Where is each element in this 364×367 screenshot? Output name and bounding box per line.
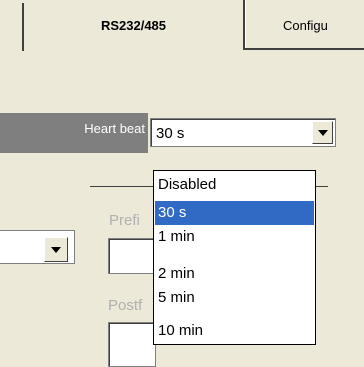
group-separator-right xyxy=(316,186,328,187)
chevron-down-icon xyxy=(51,247,61,253)
tab-configuration-label: Configu xyxy=(283,18,328,33)
heartbeat-dropdown-button[interactable] xyxy=(312,121,333,144)
heartbeat-select-value: 30 s xyxy=(156,125,185,142)
prefix-input[interactable] xyxy=(108,238,156,274)
dropdown-option-selected[interactable]: 30 s xyxy=(155,201,314,225)
prefix-label: Prefi xyxy=(109,212,140,229)
chevron-down-icon xyxy=(317,130,328,136)
tab-baseline xyxy=(243,48,364,50)
group-separator-left xyxy=(90,186,153,187)
tab-previous-edge[interactable] xyxy=(0,3,24,51)
postfix-label: Postf xyxy=(108,297,143,314)
postfix-input[interactable] xyxy=(108,322,156,367)
dropdown-option[interactable]: 10 min xyxy=(155,319,314,343)
dropdown-option[interactable]: 5 min xyxy=(155,286,314,310)
tab-rs232-485-label: RS232/485 xyxy=(100,18,167,33)
dropdown-option[interactable]: 1 min xyxy=(155,225,314,249)
left-select-dropdown-button[interactable] xyxy=(44,237,68,262)
dropdown-option[interactable]: Disabled xyxy=(155,173,314,197)
dropdown-option[interactable]: 2 min xyxy=(155,262,314,286)
heartbeat-label: Heart beat xyxy=(84,121,145,136)
